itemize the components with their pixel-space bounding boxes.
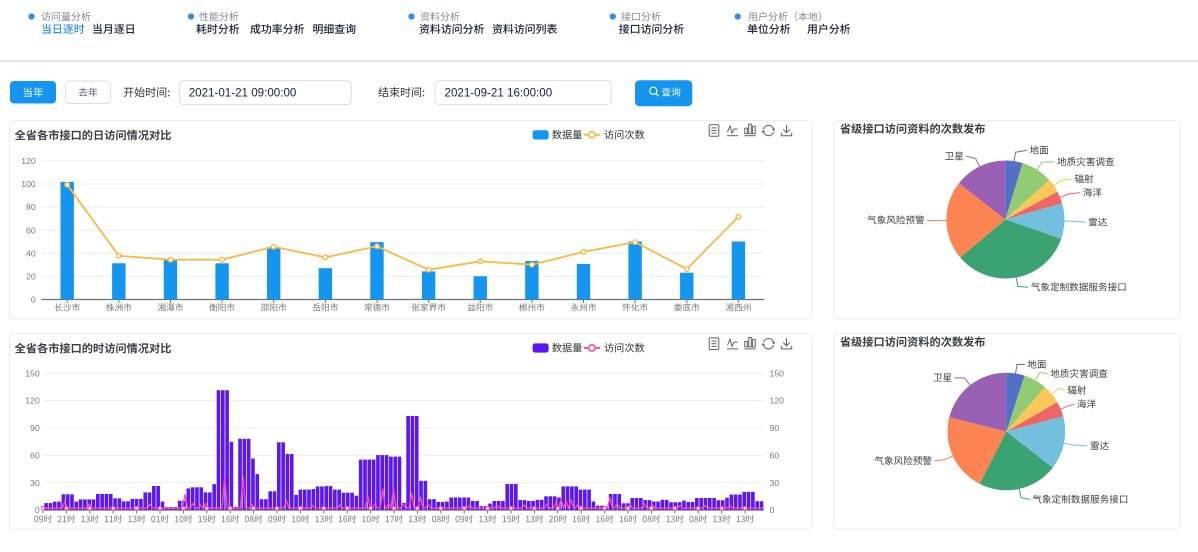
svg-text:30: 30: [30, 478, 40, 488]
svg-text:2021-01-21 09:00:00: 2021-01-21 09:00:00: [189, 86, 297, 99]
svg-text:90: 90: [30, 423, 40, 433]
svg-text:120: 120: [770, 396, 785, 406]
svg-text:120: 120: [21, 156, 36, 166]
svg-text:90: 90: [770, 423, 780, 433]
svg-text:150: 150: [25, 368, 40, 378]
svg-text:2021-09-21 16:00:00: 2021-09-21 16:00:00: [445, 86, 553, 99]
svg-text:60: 60: [26, 225, 36, 235]
svg-text:80: 80: [26, 202, 36, 212]
svg-text:150: 150: [770, 368, 785, 378]
svg-text:30: 30: [770, 478, 780, 488]
svg-text:100: 100: [21, 179, 36, 189]
svg-text:0: 0: [35, 505, 40, 515]
svg-text:0: 0: [770, 505, 775, 515]
svg-text:0: 0: [31, 295, 36, 305]
svg-text:60: 60: [770, 450, 780, 460]
svg-text:20: 20: [26, 272, 36, 282]
svg-text:120: 120: [25, 396, 40, 406]
svg-text:60: 60: [30, 450, 40, 460]
svg-text:40: 40: [26, 248, 36, 258]
